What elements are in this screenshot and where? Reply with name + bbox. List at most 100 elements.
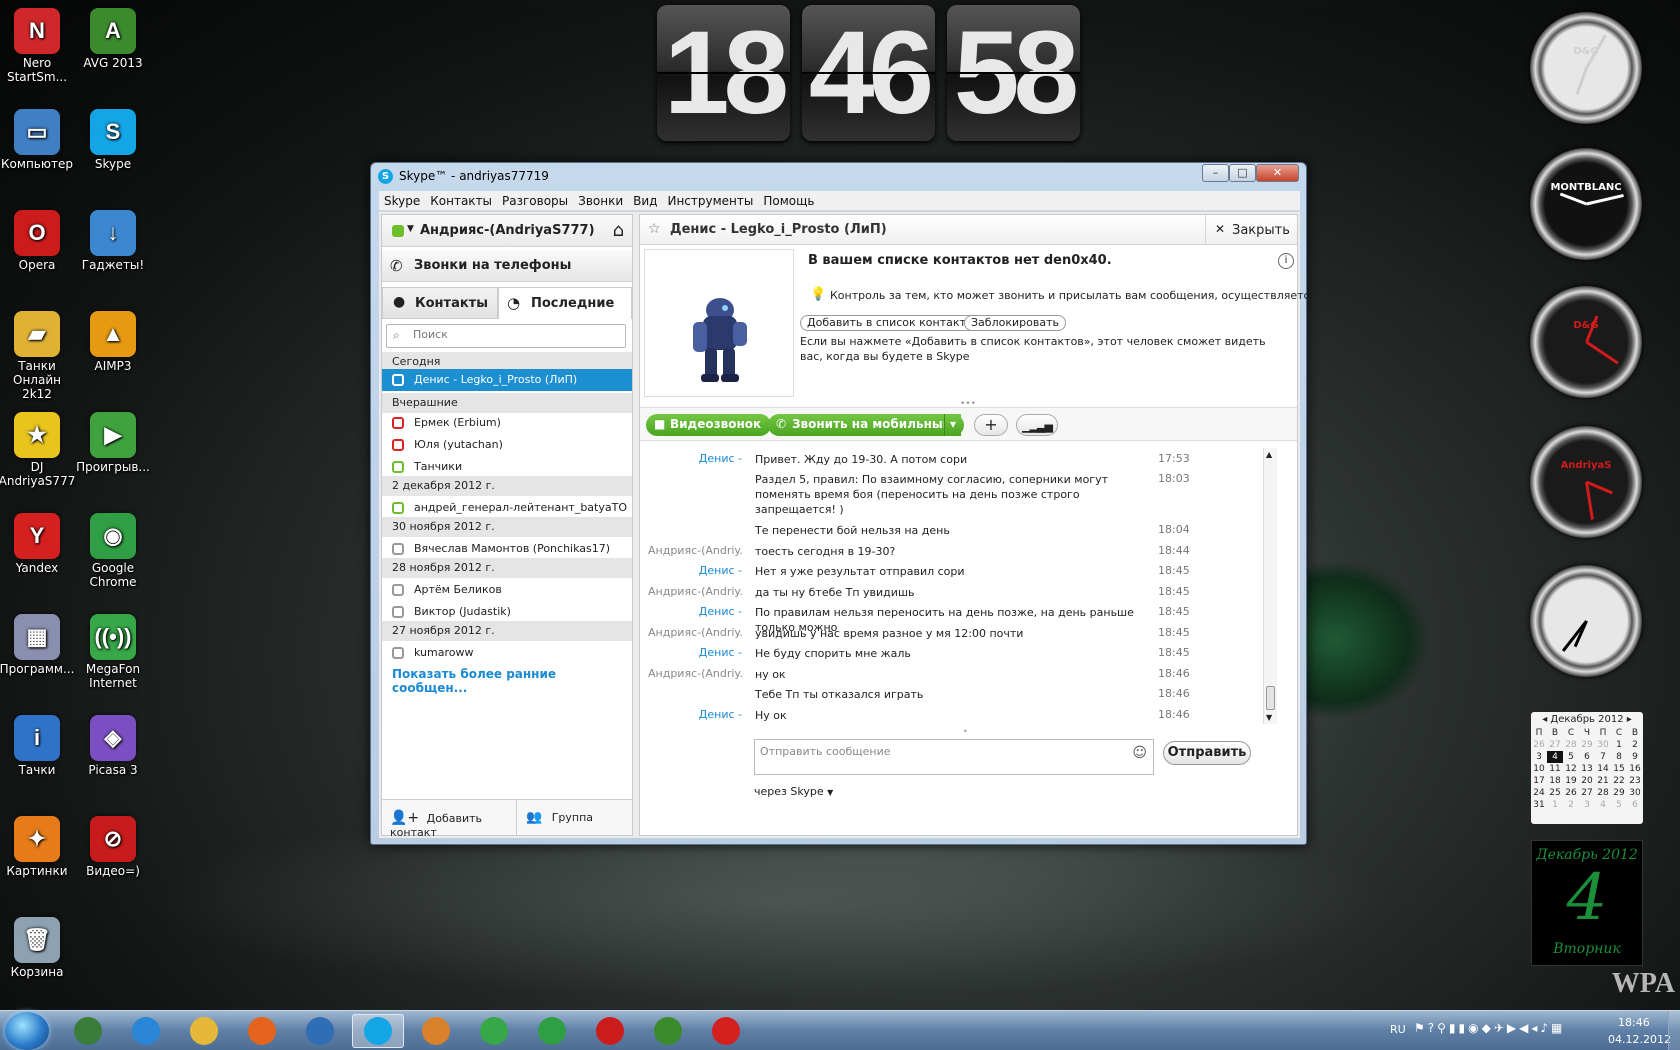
taskbar-opera[interactable] — [584, 1014, 636, 1048]
calendar-day[interactable]: 6 — [1579, 751, 1595, 763]
taskbar-task-manager[interactable] — [62, 1014, 114, 1048]
start-button[interactable] — [5, 1012, 49, 1050]
calendar-day[interactable]: 1 — [1547, 799, 1563, 811]
show-desktop-button[interactable] — [1668, 1011, 1680, 1050]
menu-item[interactable]: Помощь — [758, 191, 819, 211]
close-conversation-button[interactable]: ✕ Закрыть — [1205, 215, 1297, 245]
send-via-selector[interactable]: через Skype ▼ — [754, 785, 833, 798]
calendar-day[interactable]: 23 — [1627, 775, 1643, 787]
add-contact-button[interactable]: 👤+ Добавить контакт — [390, 810, 516, 839]
calendar-day[interactable]: 2 — [1627, 739, 1643, 751]
calendar-day[interactable]: 30 — [1595, 739, 1611, 751]
search-input[interactable] — [413, 328, 613, 341]
calendar-day[interactable]: 29 — [1579, 739, 1595, 751]
add-to-contacts-button[interactable]: Добавить в список контактов — [800, 315, 987, 331]
desktop-icon-media-player[interactable]: ▶ Проигрыв... — [73, 412, 153, 474]
recent-contact-vyacheslav[interactable]: Вячеслав Мамонтов (Ponchikas17) — [382, 538, 632, 560]
recent-contact-artem[interactable]: Артём Беликов — [382, 579, 632, 601]
calendar-day[interactable]: 4 — [1547, 751, 1563, 763]
desktop-icon-opera[interactable]: O Opera — [0, 210, 77, 272]
menu-item[interactable]: Разговоры — [497, 191, 573, 211]
taskbar-mail-agent[interactable] — [294, 1014, 346, 1048]
taskbar-explorer[interactable] — [178, 1014, 230, 1048]
show-earlier-link[interactable]: Показать более ранние сообщен... — [392, 667, 632, 695]
calendar-day[interactable]: 28 — [1595, 787, 1611, 799]
add-participant-button[interactable]: + — [974, 414, 1008, 436]
message-input[interactable]: Отправить сообщение ☺ — [754, 739, 1154, 775]
account-name[interactable]: Андрияс-(AndriyaS777) — [420, 223, 595, 238]
message-scrollbar[interactable]: ▲ ▼ — [1263, 448, 1277, 724]
calendar-day[interactable]: 29 — [1611, 787, 1627, 799]
call-mobile-button[interactable]: ✆ Звонить на мобильный — [768, 414, 962, 436]
chevron-down-icon[interactable]: ▼ — [407, 224, 414, 234]
scroll-thumb[interactable] — [1266, 686, 1275, 710]
scroll-down-icon[interactable]: ▼ — [1266, 713, 1272, 722]
calendar-day[interactable]: 20 — [1579, 775, 1595, 787]
calendar-day[interactable]: 15 — [1611, 763, 1627, 775]
recent-contact-tanchiki[interactable]: Танчики — [382, 456, 632, 478]
account-bar[interactable]: ▼ Андрияс-(AndriyaS777) ⌂ — [382, 215, 632, 247]
calendar-day[interactable]: 5 — [1611, 799, 1627, 811]
calls-to-phones[interactable]: ✆ Звонки на телефоны — [382, 250, 632, 282]
calendar-day[interactable]: 3 — [1579, 799, 1595, 811]
desktop-icon-gadgets[interactable]: ↓ Гаджеты! — [73, 210, 153, 272]
taskbar-skype[interactable] — [352, 1014, 404, 1048]
taskbar-firefox[interactable] — [236, 1014, 288, 1048]
calendar-day[interactable]: 22 — [1611, 775, 1627, 787]
calendar-day[interactable]: 21 — [1595, 775, 1611, 787]
clock-time[interactable]: 18:46 — [1618, 1016, 1650, 1029]
calendar-day[interactable]: 5 — [1563, 751, 1579, 763]
analog-clock-gadget[interactable]: AndriyaS — [1530, 426, 1642, 538]
calendar-day[interactable]: 2 — [1563, 799, 1579, 811]
calendar-day[interactable]: 17 — [1531, 775, 1547, 787]
calendar-day[interactable]: 27 — [1547, 739, 1563, 751]
calendar-day[interactable]: 10 — [1531, 763, 1547, 775]
desktop-icon-pictures[interactable]: ✦ Картинки — [0, 816, 77, 878]
calendar-day[interactable]: 11 — [1547, 763, 1563, 775]
calendar-day[interactable]: 3 — [1531, 751, 1547, 763]
desktop-icon-aimp[interactable]: ▲ AIMP3 — [73, 311, 153, 373]
desktop-icon-picasa[interactable]: ◈ Picasa 3 — [73, 715, 153, 777]
tab-contacts[interactable]: ● Контакты — [382, 287, 498, 319]
recent-contact-ermek[interactable]: Ермек (Erbium) — [382, 412, 632, 434]
calendar-day[interactable]: 14 — [1595, 763, 1611, 775]
close-window-button[interactable]: ✕ — [1256, 164, 1299, 182]
window-titlebar[interactable]: S Skype™ - andriyas77719 – □ ✕ — [371, 163, 1306, 189]
desktop-icon-chrome[interactable]: ◉ Google Chrome — [73, 513, 153, 589]
tab-recent[interactable]: ◔ Последние — [498, 287, 632, 319]
desktop-icon-megafon[interactable]: ((•)) MegaFon Internet — [73, 614, 153, 690]
calendar-day[interactable]: 7 — [1595, 751, 1611, 763]
tray-icons[interactable]: ⚑?⚲▮▮◉◆✈▶◀◂♪▦ — [1414, 1021, 1565, 1035]
calendar-day[interactable]: 26 — [1531, 739, 1547, 751]
calendar-day[interactable]: 8 — [1611, 751, 1627, 763]
info-icon[interactable]: i — [1278, 253, 1294, 269]
home-icon[interactable]: ⌂ — [613, 220, 624, 241]
desktop-icon-avg[interactable]: A AVG 2013 — [73, 8, 153, 70]
favorite-star-icon[interactable]: ☆ — [648, 221, 661, 237]
desktop-icon-programs[interactable]: ▦ Программ... — [0, 614, 77, 676]
analog-clock-gadget[interactable]: MONTBLANC — [1530, 148, 1642, 260]
video-call-button[interactable]: ■ Видеозвонок — [646, 414, 772, 436]
analog-clock-gadget[interactable]: D&G — [1530, 12, 1642, 124]
desktop-icon-recycle-bin[interactable]: 🗑 Корзина — [0, 917, 77, 979]
calendar-day[interactable]: 24 — [1531, 787, 1547, 799]
taskbar-megafon[interactable] — [468, 1014, 520, 1048]
desktop-icon-skype[interactable]: S Skype — [73, 109, 153, 171]
desktop-icon-star[interactable]: ★ DJ AndriyaS777 — [0, 412, 77, 488]
desktop-icon-no-sign[interactable]: ⊘ Видео=) — [73, 816, 153, 878]
calendar-day[interactable]: 13 — [1579, 763, 1595, 775]
call-quality-button[interactable]: ▁▂▃▅ — [1016, 414, 1058, 436]
menu-item[interactable]: Звонки — [573, 191, 628, 211]
calendar-day[interactable]: 4 — [1595, 799, 1611, 811]
calendar-day[interactable]: 9 — [1627, 751, 1643, 763]
block-button[interactable]: Заблокировать — [964, 315, 1066, 331]
language-indicator[interactable]: RU — [1390, 1023, 1406, 1036]
scroll-up-icon[interactable]: ▲ — [1266, 450, 1272, 459]
recent-contact-andrey[interactable]: андрей_генерал-лейтенант_batyaTO — [382, 497, 632, 519]
calendar-day[interactable]: 30 — [1627, 787, 1643, 799]
calendar-day[interactable]: 6 — [1627, 799, 1643, 811]
calendar-day[interactable]: 19 — [1563, 775, 1579, 787]
calendar-day[interactable]: 25 — [1547, 787, 1563, 799]
emoticon-icon[interactable]: ☺ — [1132, 745, 1147, 761]
calendar-day[interactable]: 31 — [1531, 799, 1547, 811]
